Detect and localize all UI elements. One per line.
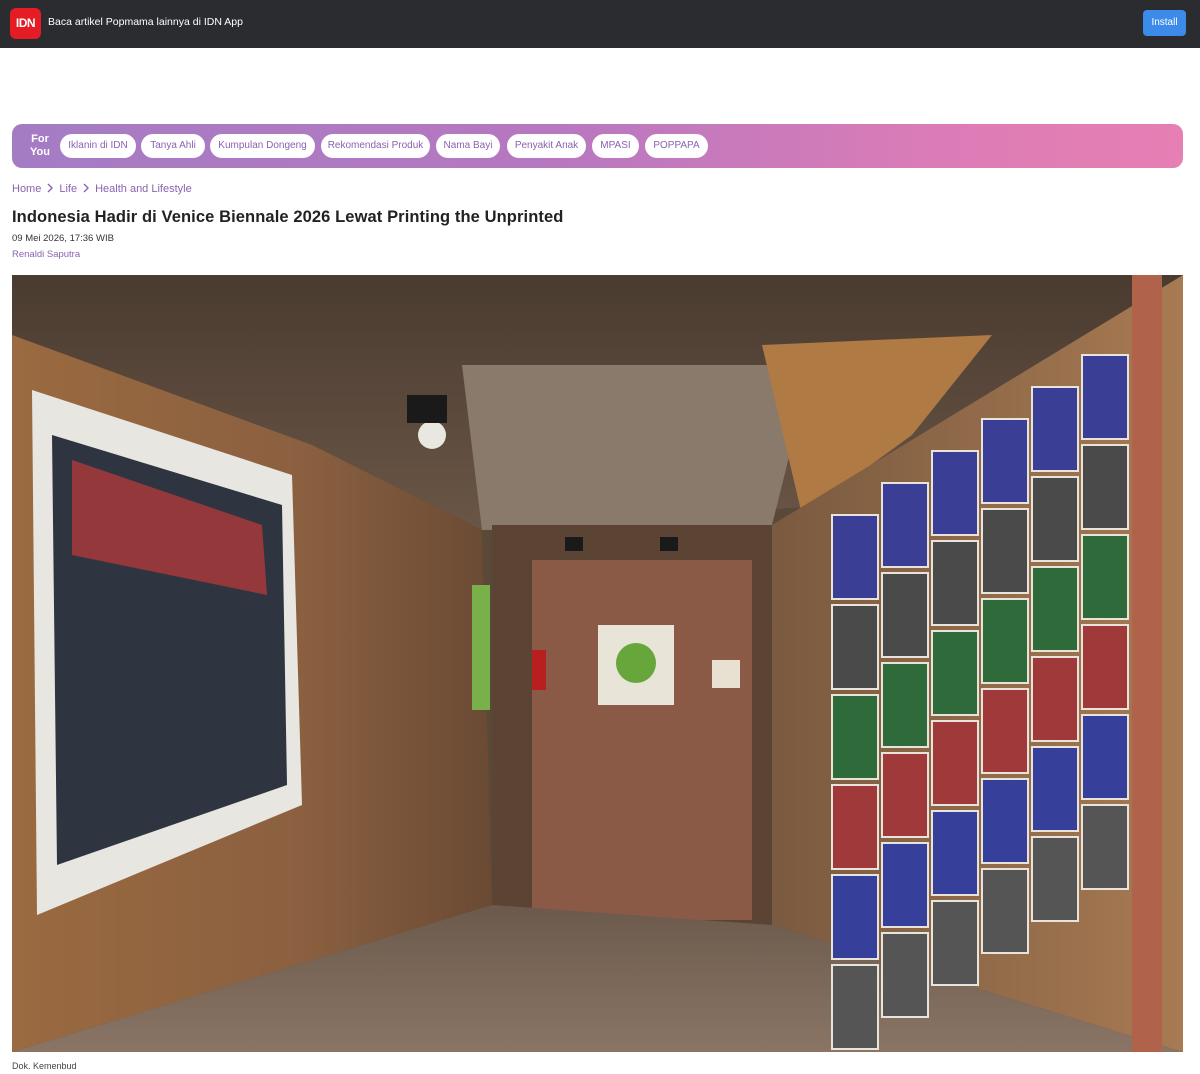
chip-rekomendasi-produk[interactable]: Rekomendasi Produk (321, 134, 430, 158)
image-caption: Dok. Kemenbud (12, 1061, 77, 1071)
print-tile (981, 868, 1029, 954)
print-tile (1031, 656, 1079, 742)
print-tile (981, 688, 1029, 774)
print-tile (1031, 836, 1079, 922)
print-tile (881, 752, 929, 838)
print-tile (881, 662, 929, 748)
print-tile (1081, 354, 1129, 440)
breadcrumb-life[interactable]: Life (59, 183, 77, 195)
chip-poppapa[interactable]: POPPAPA (645, 134, 708, 158)
print-tile (881, 572, 929, 658)
print-tile (831, 874, 879, 960)
print-tile (881, 482, 929, 568)
print-tile (1081, 804, 1129, 890)
breadcrumb-health-and-lifestyle[interactable]: Health and Lifestyle (95, 183, 192, 195)
print-tile (931, 630, 979, 716)
idn-logo: IDN (10, 8, 41, 39)
print-tile (981, 418, 1029, 504)
print-tile (931, 450, 979, 536)
print-tile (1031, 566, 1079, 652)
print-tile (831, 604, 879, 690)
print-tile (1081, 534, 1129, 620)
print-tile (831, 694, 879, 780)
breadcrumb-home[interactable]: Home (12, 183, 41, 195)
app-banner-message: Baca artikel Popmama lainnya di IDN App (48, 16, 243, 28)
print-tile (931, 810, 979, 896)
chip-nama-bayi[interactable]: Nama Bayi (436, 134, 500, 158)
for-you-label: For You (30, 133, 50, 158)
breadcrumb: Home Life Health and Lifestyle (12, 181, 192, 197)
chip-iklanin-di-idn[interactable]: Iklanin di IDN (60, 134, 136, 158)
print-tile (1081, 624, 1129, 710)
chip-tanya-ahli[interactable]: Tanya Ahli (141, 134, 205, 158)
print-tile (931, 900, 979, 986)
chip-kumpulan-dongeng[interactable]: Kumpulan Dongeng (210, 134, 315, 158)
print-tile (931, 720, 979, 806)
print-tile (1031, 386, 1079, 472)
print-tile (1081, 714, 1129, 800)
chip-mpasi[interactable]: MPASI (592, 134, 639, 158)
article-photo (12, 275, 1183, 1052)
article-author[interactable]: Renaldi Saputra (12, 249, 80, 260)
for-you-bar: For You Iklanin di IDN Tanya Ahli Kumpul… (12, 124, 1183, 168)
app-install-banner: IDN Baca artikel Popmama lainnya di IDN … (0, 0, 1200, 48)
print-tile (881, 932, 929, 1018)
chip-penyakit-anak[interactable]: Penyakit Anak (507, 134, 586, 158)
print-tile (1031, 476, 1079, 562)
print-tile (831, 514, 879, 600)
print-tile (831, 784, 879, 870)
print-tile (831, 964, 879, 1050)
print-tile (981, 508, 1029, 594)
chevron-right-icon (43, 183, 57, 196)
print-tile (931, 540, 979, 626)
print-tile (981, 778, 1029, 864)
chevron-right-icon (79, 183, 93, 196)
article-date: 09 Mei 2026, 17:36 WIB (12, 233, 114, 244)
print-tile (1081, 444, 1129, 530)
print-tile (981, 598, 1029, 684)
article-title: Indonesia Hadir di Venice Biennale 2026 … (12, 208, 564, 226)
install-button[interactable]: Install (1143, 10, 1186, 36)
print-tile (881, 842, 929, 928)
print-tile (1031, 746, 1079, 832)
